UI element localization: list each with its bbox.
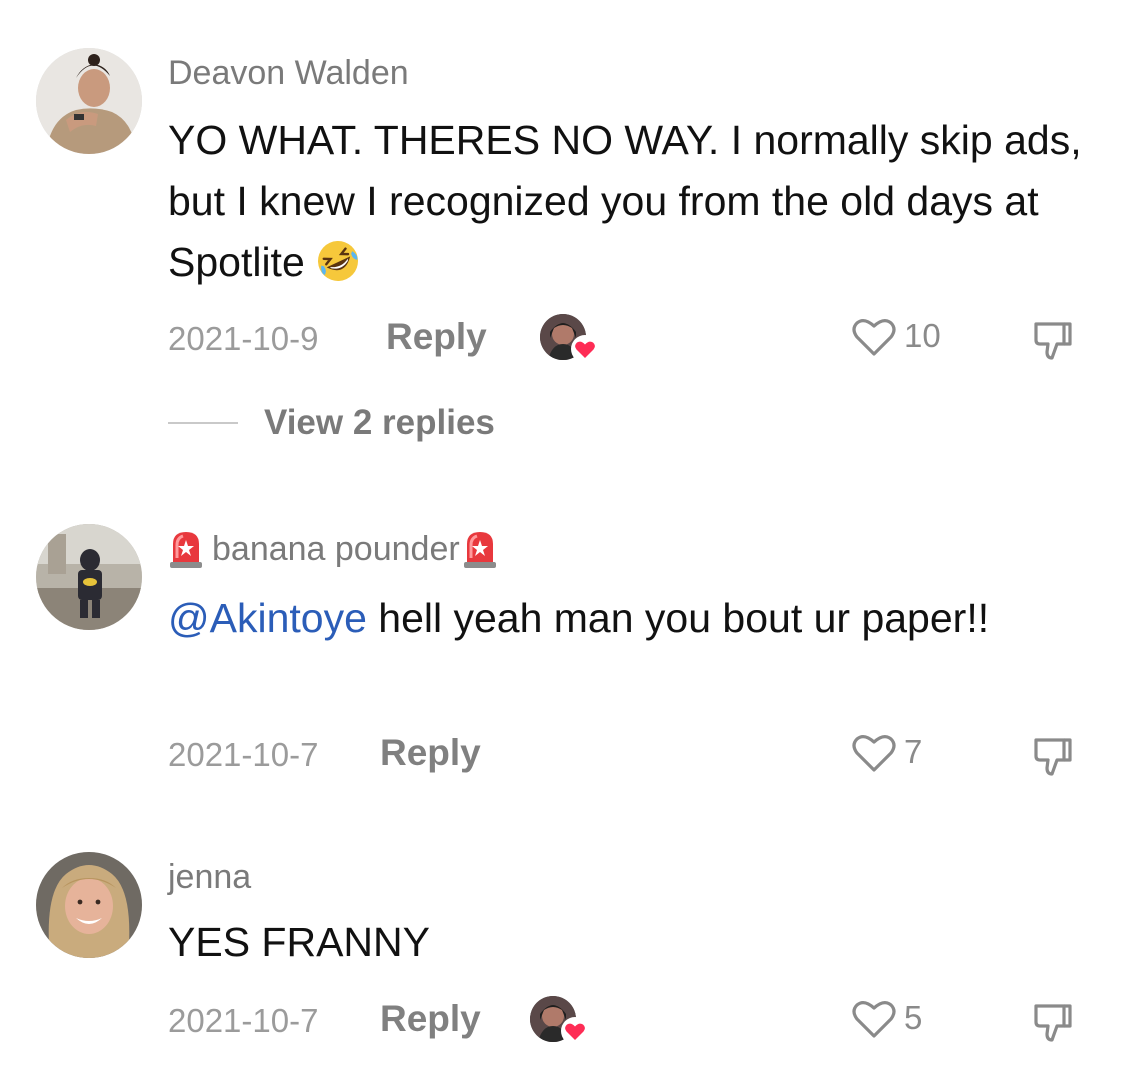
- heart-outline-icon: [852, 1001, 896, 1038]
- view-replies-button[interactable]: View 2 replies: [168, 403, 495, 443]
- creator-liked-badge: [538, 314, 602, 366]
- heart-icon: [570, 334, 600, 364]
- dislike-button[interactable]: [1030, 318, 1076, 364]
- view-replies-label: View 2 replies: [264, 403, 495, 442]
- reply-button[interactable]: Reply: [380, 732, 481, 774]
- police-light-icon: [462, 528, 498, 570]
- heart-icon: [560, 1016, 590, 1046]
- heart-outline-icon: [852, 735, 896, 772]
- avatar[interactable]: [36, 524, 142, 630]
- comment-username[interactable]: Deavon Walden: [168, 54, 409, 93]
- comment-username[interactable]: jenna: [168, 858, 251, 897]
- thumbs-down-icon: [1034, 738, 1072, 776]
- comment-date: 2021-10-7: [168, 1002, 319, 1039]
- comment-username[interactable]: banana pounder: [168, 528, 498, 570]
- comment-text: @Akintoye hell yeah man you bout ur pape…: [168, 588, 1098, 649]
- dislike-button[interactable]: [1030, 1000, 1076, 1046]
- comment-body: YES FRANNY: [168, 919, 430, 965]
- police-light-icon: [168, 528, 204, 570]
- like-count: 7: [904, 733, 923, 770]
- avatar[interactable]: [36, 48, 142, 154]
- like-button[interactable]: 5: [850, 996, 922, 1040]
- reply-button[interactable]: Reply: [380, 998, 481, 1040]
- like-count: 10: [904, 317, 941, 354]
- like-button[interactable]: 10: [850, 314, 941, 358]
- rolling-laughing-emoji-icon: [315, 238, 361, 284]
- divider-line: [168, 422, 238, 424]
- like-count: 5: [904, 999, 923, 1036]
- thumbs-down-icon: [1034, 322, 1072, 360]
- creator-liked-badge: [528, 996, 592, 1048]
- comment-body: YO WHAT. THERES NO WAY. I normally skip …: [168, 117, 1082, 285]
- avatar[interactable]: [36, 852, 142, 958]
- dislike-button[interactable]: [1030, 734, 1076, 780]
- reply-button[interactable]: Reply: [386, 316, 487, 358]
- comment-date: 2021-10-7: [168, 736, 319, 773]
- comment-body: hell yeah man you bout ur paper!!: [366, 595, 990, 641]
- comment-date: 2021-10-9: [168, 320, 319, 357]
- thumbs-down-icon: [1034, 1004, 1072, 1042]
- like-button[interactable]: 7: [850, 730, 922, 774]
- comment-username-label: banana pounder: [212, 529, 460, 568]
- comment-text: YES FRANNY: [168, 912, 1098, 973]
- mention-link[interactable]: @Akintoye: [168, 595, 367, 641]
- comment-text: YO WHAT. THERES NO WAY. I normally skip …: [168, 110, 1098, 293]
- heart-outline-icon: [852, 319, 896, 356]
